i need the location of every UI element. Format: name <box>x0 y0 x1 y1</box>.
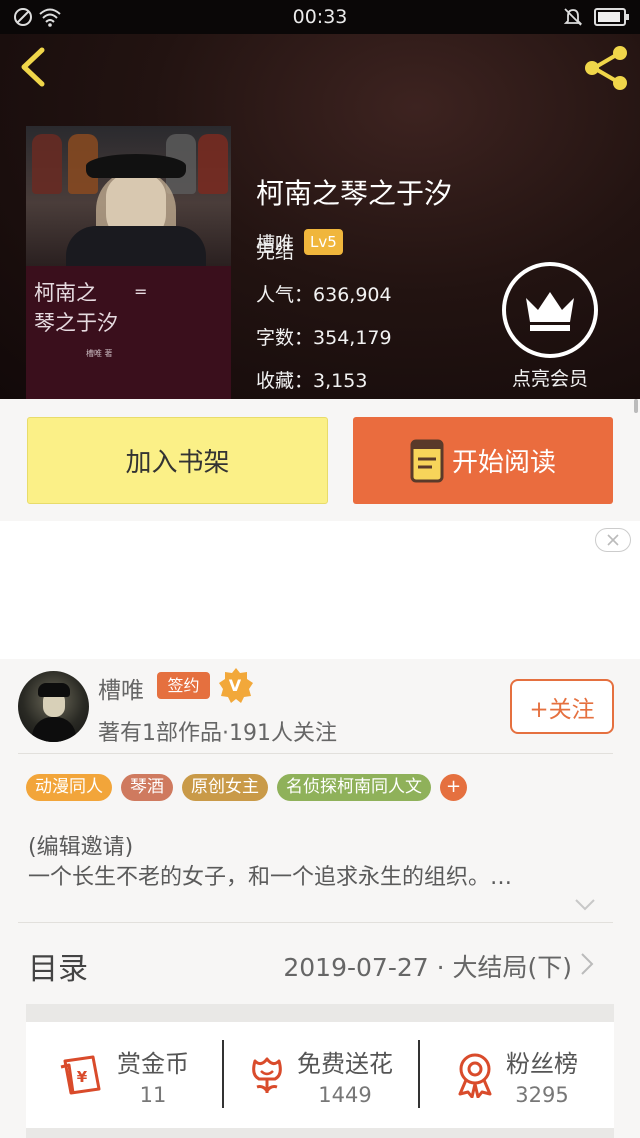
description-line: 一个长生不老的女子，和一个追求永生的组织。… <box>28 865 513 890</box>
status-bar: 00:33 <box>0 0 640 34</box>
vip-membership-button[interactable]: 点亮会员 <box>500 262 600 392</box>
svg-text:¥: ¥ <box>77 1068 88 1086</box>
book-title: 柯南之琴之于汐 <box>256 177 453 210</box>
tag-item[interactable]: 动漫同人 <box>26 774 112 801</box>
start-reading-button[interactable]: 开始阅读 <box>353 417 613 504</box>
tag-item[interactable]: 琴酒 <box>121 774 173 801</box>
verified-v-icon: V <box>218 667 254 703</box>
section-separator <box>26 1128 614 1138</box>
scrollbar[interactable] <box>634 399 638 413</box>
book-status: 完结 <box>256 241 295 263</box>
add-to-shelf-button[interactable]: 加入书架 <box>27 417 328 504</box>
share-button[interactable] <box>580 42 632 94</box>
chevron-right-icon <box>580 952 594 976</box>
share-icon <box>585 46 627 90</box>
favorites-stat: 收藏：3,153 <box>256 370 368 392</box>
ad-close-button[interactable] <box>595 528 631 552</box>
word-count-stat: 字数：354,179 <box>256 327 392 349</box>
back-button[interactable] <box>14 44 54 90</box>
mute-bell-icon <box>562 6 584 32</box>
medal-icon <box>458 1053 492 1098</box>
battery-icon <box>594 8 630 30</box>
cover-title: 柯南之 琴之于汐 <box>34 281 118 335</box>
support-stats-row: ¥ 赏金币 11 免费送花 1449 粉丝榜 3295 <box>26 1022 614 1128</box>
section-separator <box>26 1004 614 1022</box>
stat-value: 1449 <box>318 1082 372 1107</box>
crown-icon <box>526 292 574 331</box>
book-icon <box>410 439 444 482</box>
divider <box>18 922 613 923</box>
reward-coins-button[interactable]: ¥ 赏金币 11 <box>26 1022 222 1128</box>
stat-name: 赏金币 <box>117 1049 189 1078</box>
author-avatar[interactable] <box>18 671 89 742</box>
more-tags-button[interactable]: + <box>440 774 467 801</box>
table-of-contents-row[interactable]: 目录 2019-07-27 · 大结局(下) <box>0 924 640 1004</box>
tag-list: 动漫同人 琴酒 原创女主 名侦探柯南同人文 + <box>26 774 467 801</box>
cover-art <box>26 126 231 266</box>
send-flower-button[interactable]: 免费送花 1449 <box>222 1022 418 1128</box>
fan-ranking-button[interactable]: 粉丝榜 3295 <box>418 1022 614 1128</box>
tag-item[interactable]: 原创女主 <box>182 774 268 801</box>
toc-label: 目录 <box>28 952 88 987</box>
signed-badge: 签约 <box>157 672 210 699</box>
ad-area <box>0 521 640 659</box>
action-bar: 加入书架 开始阅读 <box>0 399 640 521</box>
stat-value: 11 <box>139 1082 167 1107</box>
cover-author: 槽唯 著 <box>86 349 113 358</box>
start-reading-label: 开始阅读 <box>451 448 556 478</box>
close-icon <box>607 534 619 546</box>
level-badge: Lv5 <box>304 229 343 255</box>
divider <box>18 753 613 754</box>
coin-envelope-icon: ¥ <box>60 1055 101 1095</box>
flower-icon <box>252 1057 282 1093</box>
svg-text:V: V <box>229 676 242 695</box>
description-line: (编辑邀请) <box>28 835 134 860</box>
author-stats: 著有1部作品·191人关注 <box>98 721 337 746</box>
popularity-stat: 人气：636,904 <box>256 284 392 306</box>
back-arrow-icon <box>21 47 45 87</box>
vip-label: 点亮会员 <box>511 368 588 390</box>
expand-chevron-icon[interactable] <box>574 897 596 911</box>
follow-button[interactable]: +关注 <box>510 679 614 734</box>
stat-name: 粉丝榜 <box>506 1049 578 1078</box>
latest-chapter: 2019-07-27 · 大结局(下) <box>283 953 572 982</box>
stat-value: 3295 <box>515 1082 569 1107</box>
author-name[interactable]: 槽唯 <box>98 671 144 705</box>
status-time: 00:33 <box>292 6 348 28</box>
stat-name: 免费送花 <box>297 1049 393 1078</box>
tag-item[interactable]: 名侦探柯南同人文 <box>277 774 431 801</box>
book-header: 柯南之 琴之于汐 = 槽唯 著 柯南之琴之于汐 槽唯 Lv5 完结 人气：636… <box>0 34 640 399</box>
book-cover[interactable]: 柯南之 琴之于汐 = 槽唯 著 <box>26 126 231 399</box>
book-description[interactable]: (编辑邀请) 一个长生不老的女子，和一个追求永生的组织。… <box>28 833 588 893</box>
cover-eq: = <box>134 282 148 301</box>
